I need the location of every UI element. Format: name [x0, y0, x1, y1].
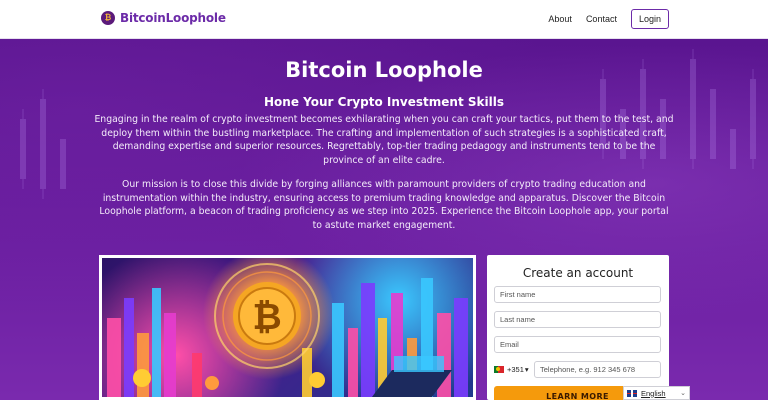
phone-row: +351 ▾ Telephone, e.g. 912 345 678: [494, 361, 661, 378]
logo-glyph: ₿: [104, 13, 112, 22]
brand-logo[interactable]: ₿ BitcoinLoophole: [101, 11, 226, 25]
chevron-down-icon: ⌄: [680, 389, 686, 397]
hero-section: Bitcoin Loophole Hone Your Crypto Invest…: [0, 39, 768, 400]
first-name-field[interactable]: First name: [494, 286, 661, 303]
chevron-down-icon: ▾: [524, 365, 529, 374]
coin-glyph: ₿: [252, 297, 281, 338]
form-title: Create an account: [522, 266, 634, 280]
uk-flag-icon: [627, 389, 637, 397]
language-label: English: [641, 388, 666, 398]
portugal-flag-icon: [494, 366, 504, 373]
login-button[interactable]: Login: [630, 9, 669, 29]
bitcoin-logo-icon: ₿: [101, 11, 115, 25]
phone-field[interactable]: Telephone, e.g. 912 345 678: [534, 361, 661, 378]
signup-form: Create an account First name Last name E…: [487, 255, 669, 400]
illustration-art: ₿: [107, 263, 468, 397]
top-nav: About Contact Login: [548, 9, 669, 29]
language-selector[interactable]: English ⌄: [623, 386, 690, 400]
hero-subtitle: Hone Your Crypto Investment Skills: [264, 95, 504, 109]
illustration-canvas: ₿: [102, 258, 473, 397]
last-name-field[interactable]: Last name: [494, 311, 661, 328]
country-code-select[interactable]: +351 ▾: [494, 361, 534, 378]
hero-paragraph-intro: Engaging in the realm of crypto investme…: [94, 114, 674, 166]
brand-name: BitcoinLoophole: [120, 11, 226, 25]
hero-title: Bitcoin Loophole: [285, 58, 483, 82]
site-header: ₿ BitcoinLoophole About Contact Login: [0, 0, 768, 39]
country-code: +351: [507, 365, 524, 374]
hero-paragraph-mission: Our mission is to close this divide by f…: [99, 179, 669, 231]
nav-about-link[interactable]: About: [548, 14, 572, 24]
crypto-illustration: ₿: [99, 255, 476, 400]
email-field[interactable]: Email: [494, 336, 661, 353]
nav-contact-link[interactable]: Contact: [586, 14, 617, 24]
